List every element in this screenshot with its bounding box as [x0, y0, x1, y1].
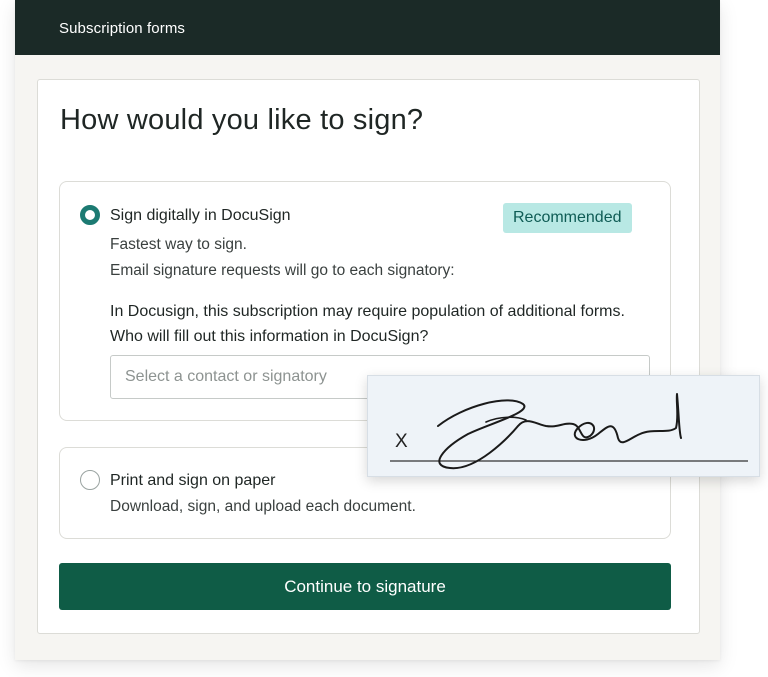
option-print-paper-title: Print and sign on paper: [110, 472, 276, 489]
recommended-badge: Recommended: [503, 203, 632, 233]
page-header-title: Subscription forms: [59, 20, 186, 37]
signature-scribble-icon: [390, 393, 748, 470]
radio-print-paper[interactable]: [80, 470, 100, 490]
option-sign-digitally-line1: Fastest way to sign.: [110, 236, 247, 253]
top-bar: Subscription forms: [15, 0, 720, 55]
signature-card: X: [367, 375, 760, 477]
option-sign-digitally-title: Sign digitally in DocuSign: [110, 207, 291, 224]
continue-to-signature-button[interactable]: Continue to signature: [59, 563, 671, 610]
subscription-window: Subscription forms How would you like to…: [15, 0, 720, 660]
dialog-heading: How would you like to sign?: [60, 104, 424, 136]
option-sign-digitally-line2: Email signature requests will go to each…: [110, 262, 455, 279]
option-print-paper-description: Download, sign, and upload each document…: [110, 498, 416, 515]
sign-method-dialog: How would you like to sign? Sign digital…: [37, 79, 700, 634]
radio-sign-digitally[interactable]: [80, 205, 100, 225]
additional-forms-question: In Docusign, this subscription may requi…: [110, 303, 625, 345]
